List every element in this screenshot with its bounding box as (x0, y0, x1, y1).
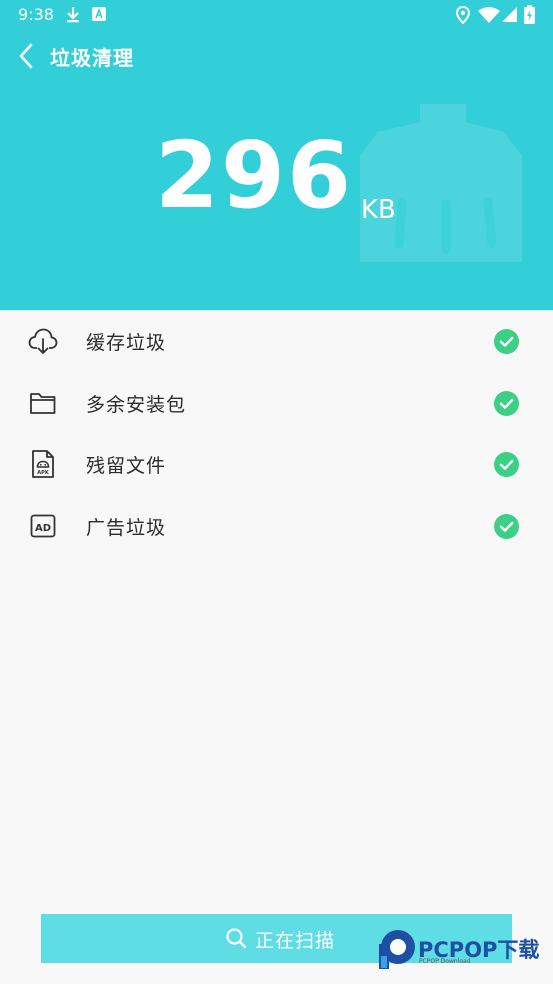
watermark-subtext: PCPOP Download (419, 958, 471, 965)
battery-icon (524, 5, 535, 24)
junk-category-list: 缓存垃圾 多余安装包 APK 残留文件 AD 广告垃圾 (0, 310, 553, 556)
check-circle-icon (494, 329, 519, 354)
list-item-residual: APK 残留文件 (0, 433, 553, 495)
back-arrow-icon[interactable] (14, 42, 40, 70)
svg-text:APK: APK (37, 470, 50, 476)
font-a-icon (92, 7, 106, 21)
page-title: 垃圾清理 (50, 46, 134, 70)
check-circle-icon (494, 390, 519, 416)
junk-size-unit: KB (361, 195, 396, 225)
pcpop-logo-icon (379, 930, 415, 969)
check-circle-icon (494, 452, 519, 477)
header: 9:38 垃圾清理 296 KB (0, 0, 553, 310)
junk-size-value: 296 (155, 122, 354, 229)
check-circle-icon (494, 513, 519, 539)
scan-button-label: 正在扫描 (255, 931, 336, 952)
status-bar: 9:38 (0, 0, 553, 30)
title-bar: 垃圾清理 (0, 36, 553, 76)
list-item-cache: 缓存垃圾 (0, 310, 553, 372)
watermark: PCPOP下载 PCPOP Download (376, 928, 551, 972)
download-icon (67, 7, 79, 23)
signal-icon (502, 7, 517, 22)
list-item-label: 广告垃圾 (86, 516, 167, 539)
list-item-ads: AD 广告垃圾 (0, 495, 553, 557)
cloud-download-icon (28, 328, 58, 354)
wifi-icon (478, 7, 500, 23)
location-icon (456, 6, 470, 24)
list-item-label: 残留文件 (86, 455, 167, 477)
list-item-label: 多余安装包 (86, 393, 187, 416)
house-background-icon (360, 104, 522, 262)
svg-text:AD: AD (35, 522, 51, 533)
list-item-label: 缓存垃圾 (86, 332, 167, 354)
list-item-packages: 多余安装包 (0, 372, 553, 434)
folder-icon (30, 392, 56, 414)
search-icon (226, 928, 247, 949)
ad-icon: AD (30, 514, 56, 537)
status-time: 9:38 (18, 5, 54, 24)
apk-file-icon: APK (32, 450, 54, 478)
